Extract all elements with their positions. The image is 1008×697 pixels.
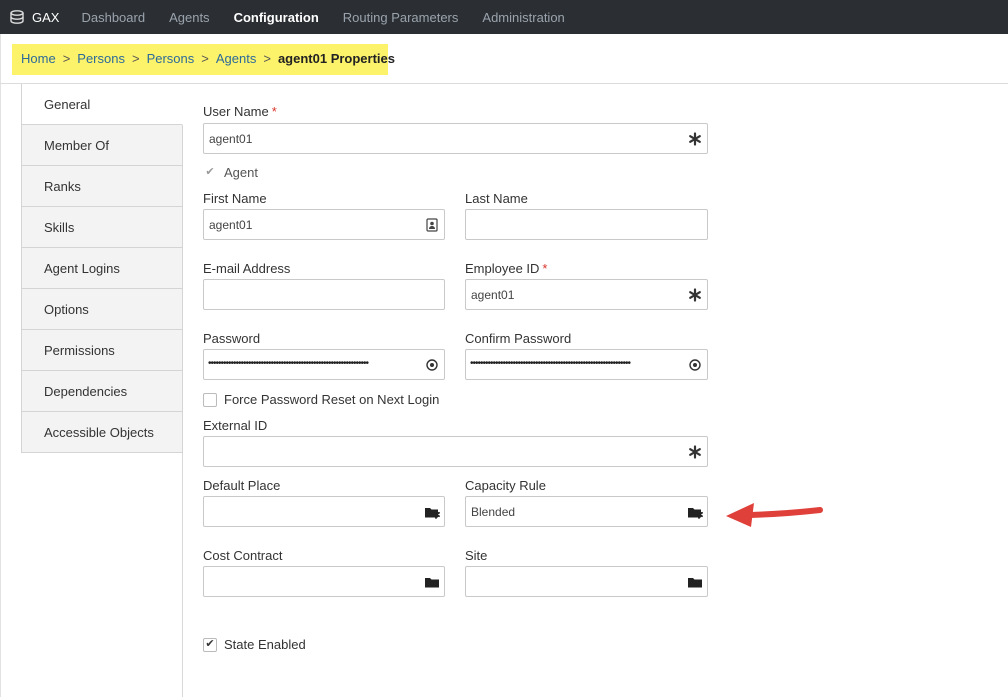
- breadcrumb-home[interactable]: Home: [21, 51, 56, 66]
- user-name-field[interactable]: agent01: [203, 123, 708, 154]
- capacity-rule-label: Capacity Rule: [465, 478, 546, 493]
- state-enabled-checkbox[interactable]: ✔: [203, 637, 217, 652]
- state-enabled-label: State Enabled: [224, 637, 306, 652]
- site-field[interactable]: [465, 566, 708, 597]
- brand[interactable]: GAX: [9, 9, 59, 25]
- breadcrumb-separator: >: [263, 51, 271, 66]
- tab-skills[interactable]: Skills: [21, 207, 183, 248]
- folder-icon[interactable]: [687, 575, 703, 589]
- tab-agent-logins[interactable]: Agent Logins: [21, 248, 183, 289]
- user-name-value: agent01: [209, 131, 253, 146]
- breadcrumb: Home > Persons > Persons > Agents > agen…: [21, 51, 395, 66]
- employee-id-value: agent01: [471, 287, 515, 302]
- tab-member-of[interactable]: Member Of: [21, 125, 183, 166]
- email-label: E-mail Address: [203, 261, 291, 276]
- confirm-password-field[interactable]: ••••••••••••••••••••••••••••••••••••••••…: [465, 349, 708, 380]
- top-nav-bar: GAX Dashboard Agents Configuration Routi…: [0, 0, 1008, 34]
- password-label: Password: [203, 331, 261, 346]
- external-id-label: External ID: [203, 418, 268, 433]
- red-arrow-icon: [726, 503, 823, 527]
- last-name-label: Last Name: [465, 191, 528, 206]
- tab-general[interactable]: General: [21, 84, 183, 125]
- capacity-rule-field[interactable]: Blended: [465, 496, 708, 527]
- confirm-password-value: ••••••••••••••••••••••••••••••••••••••••…: [470, 358, 631, 369]
- force-reset-row[interactable]: Force Password Reset on Next Login: [203, 392, 439, 407]
- force-reset-label: Force Password Reset on Next Login: [224, 392, 440, 407]
- external-id-field[interactable]: [203, 436, 708, 467]
- eye-icon[interactable]: [688, 358, 702, 372]
- confirm-password-label: Confirm Password: [465, 331, 572, 346]
- cost-contract-label: Cost Contract: [203, 548, 283, 563]
- left-edge-divider: [0, 34, 1, 697]
- tab-accessible-objects[interactable]: Accessible Objects: [21, 412, 183, 453]
- nav-dashboard[interactable]: Dashboard: [69, 10, 157, 25]
- breadcrumb-separator: >: [131, 51, 140, 66]
- email-field[interactable]: [203, 279, 445, 310]
- breadcrumb-separator: >: [62, 51, 71, 66]
- asterisk-icon: [689, 132, 701, 146]
- nav-administration[interactable]: Administration: [470, 10, 576, 25]
- agent-checkbox-label: Agent: [224, 165, 258, 180]
- password-value: ••••••••••••••••••••••••••••••••••••••••…: [208, 358, 369, 369]
- first-name-label: First Name: [203, 191, 267, 206]
- nav-agents[interactable]: Agents: [157, 10, 221, 25]
- tab-permissions[interactable]: Permissions: [21, 330, 183, 371]
- capacity-rule-value: Blended: [471, 504, 516, 519]
- default-place-label: Default Place: [203, 478, 281, 493]
- user-name-label: User Name *: [203, 104, 277, 119]
- site-label: Site: [465, 548, 488, 563]
- folder-icon[interactable]: [424, 575, 440, 589]
- password-field[interactable]: ••••••••••••••••••••••••••••••••••••••••…: [203, 349, 445, 380]
- property-tabs: General Member Of Ranks Skills Agent Log…: [21, 84, 183, 453]
- breadcrumb-current: agent01 Properties: [277, 51, 395, 66]
- last-name-field[interactable]: [465, 209, 708, 240]
- breadcrumb-persons-folder[interactable]: Persons: [147, 51, 195, 66]
- breadcrumb-agents[interactable]: Agents: [216, 51, 256, 66]
- first-name-value: agent01: [209, 217, 253, 232]
- brand-name: GAX: [32, 9, 60, 25]
- default-place-field[interactable]: [203, 496, 445, 527]
- required-marker: *: [271, 104, 277, 119]
- breadcrumb-persons[interactable]: Persons: [77, 51, 125, 66]
- folder-clear-icon[interactable]: [687, 505, 703, 519]
- tab-options[interactable]: Options: [21, 289, 183, 330]
- tab-dependencies[interactable]: Dependencies: [21, 371, 183, 412]
- force-reset-checkbox[interactable]: [203, 392, 217, 407]
- nav-configuration[interactable]: Configuration: [222, 10, 331, 25]
- agent-checkbox-row[interactable]: ✔ Agent: [203, 165, 258, 180]
- agent-checkbox[interactable]: ✔: [203, 165, 217, 180]
- contact-card-icon[interactable]: [425, 218, 439, 232]
- folder-clear-icon[interactable]: [424, 505, 440, 519]
- asterisk-icon: [689, 288, 701, 302]
- database-logo-icon: [10, 10, 24, 24]
- breadcrumb-separator: >: [201, 51, 209, 66]
- first-name-field[interactable]: agent01: [203, 209, 445, 240]
- state-enabled-row[interactable]: ✔ State Enabled: [203, 637, 306, 652]
- employee-id-label: Employee ID *: [465, 261, 547, 276]
- required-marker: *: [542, 261, 548, 276]
- eye-icon[interactable]: [425, 358, 439, 372]
- tab-ranks[interactable]: Ranks: [21, 166, 183, 207]
- cost-contract-field[interactable]: [203, 566, 445, 597]
- employee-id-label-text: Employee ID: [465, 261, 540, 276]
- asterisk-icon: [689, 445, 701, 459]
- nav-routing-parameters[interactable]: Routing Parameters: [331, 10, 471, 25]
- employee-id-field[interactable]: agent01: [465, 279, 708, 310]
- user-name-label-text: User Name: [203, 104, 269, 119]
